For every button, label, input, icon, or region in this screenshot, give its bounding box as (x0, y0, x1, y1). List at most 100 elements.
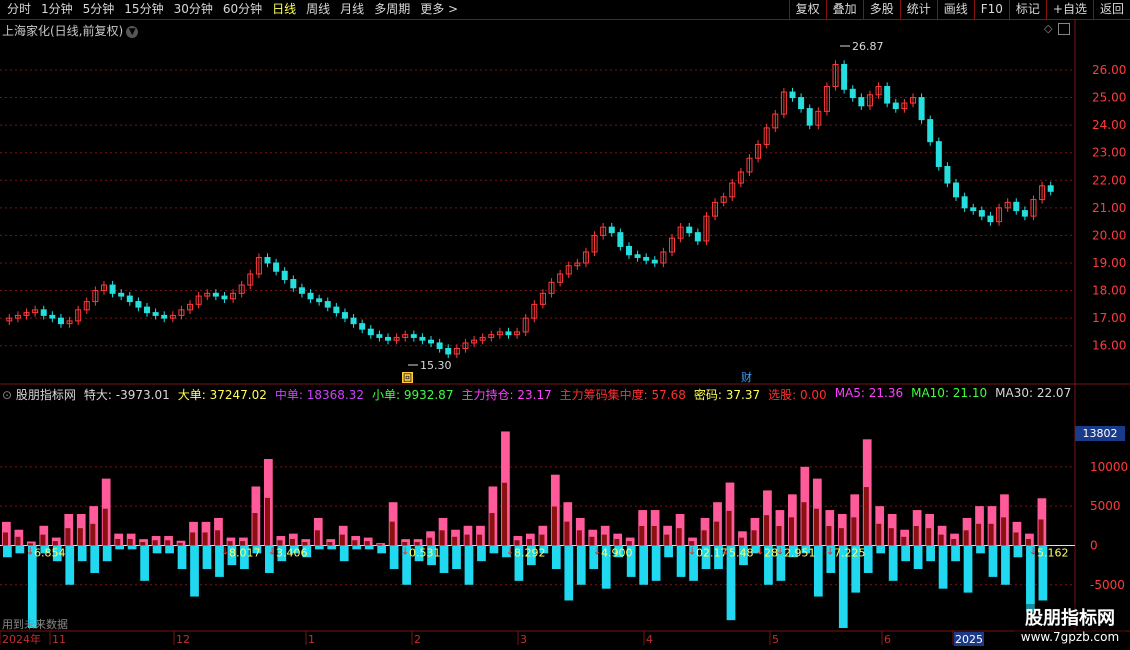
dark-red-bar (464, 534, 470, 546)
candle-body (126, 295, 133, 303)
dark-red-bar (327, 541, 333, 546)
candle-body (298, 287, 305, 294)
dark-red-bar (140, 541, 146, 546)
dark-red-bar (489, 513, 495, 546)
candle-body (324, 301, 331, 308)
dark-red-bar (838, 528, 844, 546)
cyan-bar (377, 545, 387, 554)
candle-body (341, 312, 348, 319)
cyan-bar (913, 545, 923, 570)
candle-body (40, 309, 47, 316)
dark-red-bar (314, 530, 320, 546)
cyan-bar (327, 545, 337, 550)
dark-red-bar (364, 541, 370, 546)
dark-red-bar (90, 523, 96, 546)
dark-red-bar (402, 541, 408, 546)
dark-red-bar (851, 517, 857, 546)
candle-body (1047, 185, 1054, 192)
dark-red-bar (689, 541, 695, 546)
dark-red-bar (863, 487, 869, 546)
candle-body (436, 342, 443, 349)
candle-body (608, 226, 615, 234)
dark-red-bar (639, 525, 645, 546)
sub-y-tick-label: 0 (1090, 538, 1098, 552)
dark-red-bar (539, 534, 545, 546)
candle-body (152, 312, 159, 316)
dark-red-bar (938, 534, 944, 546)
watermark-title: 股朋指标网 (1025, 608, 1115, 629)
watermark: 股朋指标网 www.7gpzb.com (1014, 604, 1126, 644)
candle-body (376, 334, 383, 338)
high-price-label: 26.87 (852, 40, 884, 53)
candle-body (1013, 201, 1020, 212)
candle-body (686, 226, 693, 234)
cyan-bar (901, 545, 911, 562)
dark-red-bar (452, 536, 458, 546)
dark-red-bar (277, 540, 283, 546)
signal-value-label: 0.531 (409, 546, 441, 559)
dark-red-bar (601, 534, 607, 546)
candle-body (978, 210, 985, 217)
signal-value-label: 5.48 (729, 546, 754, 559)
candle-body (841, 63, 848, 90)
signal-value-label: 4.900 (601, 546, 633, 559)
dark-red-bar (801, 502, 807, 546)
dark-red-bar (514, 540, 520, 546)
dark-red-bar (389, 521, 395, 546)
dark-red-bar (826, 525, 832, 546)
candle-body (307, 292, 314, 300)
x-axis-label: 1 (308, 633, 315, 646)
cyan-bar (876, 545, 886, 554)
gear-icon[interactable]: ⊙ (2, 388, 12, 402)
signal-value-label: 5.162 (1037, 546, 1069, 559)
dark-red-bar (289, 538, 295, 546)
candle-body (109, 284, 116, 294)
candle-body (944, 165, 951, 184)
signal-value-label: 3.406 (276, 546, 308, 559)
dark-red-bar (913, 525, 919, 546)
dark-red-bar (1026, 538, 1032, 546)
dark-red-bar (901, 536, 907, 546)
cyan-bar (177, 545, 187, 570)
candle-body (428, 339, 435, 344)
chart-canvas[interactable]: 26.00 25.00 24.00 23.00 22.00 21.00 20.00 19.00… (0, 0, 1130, 650)
dark-red-bar (302, 541, 308, 546)
indicator-name[interactable]: ⊙ 股朋指标网 (2, 386, 76, 403)
indicator-field: 特大: -3973.01 (83, 388, 170, 402)
candle-body (617, 232, 624, 247)
sub-y-tick-label: 5000 (1090, 499, 1121, 513)
cyan-bar (651, 545, 661, 581)
x-axis-label: 2 (414, 633, 421, 646)
dark-red-bar (564, 521, 570, 546)
dark-red-bar (377, 544, 383, 546)
cyan-bar (190, 545, 199, 597)
candle-body (970, 207, 977, 212)
dark-red-bar (1013, 532, 1019, 546)
candle-body (884, 86, 891, 104)
cyan-bar (3, 545, 12, 558)
indicator-header: ⊙ 股朋指标网 特大: -3973.01 大单: 37247.02 中单: 1836… (2, 386, 1071, 403)
dark-red-bar (27, 543, 33, 546)
candle-body (367, 328, 374, 336)
dark-red-bar (676, 528, 682, 546)
candle-body (161, 314, 168, 319)
cyan-bar (439, 545, 449, 573)
indicator-field: 密码: 37.37 (693, 388, 761, 402)
indicator-field: MA5: 21.36 (834, 386, 904, 400)
dark-red-bar (664, 534, 670, 546)
candle-body (918, 97, 925, 121)
dark-red-bar (115, 538, 121, 546)
sub-y-tick-label: -5000 (1090, 578, 1125, 592)
signal-value-label: 8.017 (229, 546, 261, 559)
dark-red-bar (40, 534, 46, 546)
y-tick-label: 16.00 (1092, 339, 1126, 353)
sub-y-tick-label: 10000 (1090, 460, 1128, 474)
low-price-label: 15.30 (420, 359, 452, 372)
cyan-bar (564, 545, 574, 601)
cyan-bar (352, 545, 362, 550)
dark-red-bar (651, 525, 657, 546)
dark-red-bar (165, 540, 171, 546)
cyan-bar (389, 545, 399, 570)
cyan-bar (364, 545, 374, 550)
candle-body (927, 119, 934, 143)
